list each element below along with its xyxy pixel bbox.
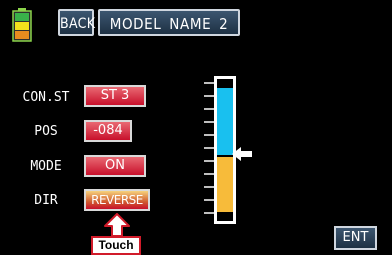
left-arrow-icon: [0, 118, 10, 138]
touch-annotation-label: Touch: [91, 236, 141, 255]
mode-value-button[interactable]: ON: [84, 155, 146, 177]
pointer-arrow-icon: [232, 147, 252, 161]
radio-screen: BACK MODEL NAME 2 CON.ST ST 3 POS -084 M…: [0, 0, 392, 255]
pos-value-button[interactable]: -084: [84, 120, 132, 142]
mode-label: MODE: [30, 159, 62, 174]
touch-arrow-icon: [104, 213, 130, 237]
battery-icon: [12, 8, 32, 42]
dir-value-button[interactable]: REVERSE: [84, 189, 150, 211]
dir-label: DIR: [34, 193, 58, 208]
ent-button[interactable]: ENT: [334, 226, 377, 250]
gauge-upper-fill: [217, 88, 233, 155]
back-button[interactable]: BACK: [58, 9, 95, 36]
gauge-ticks: [204, 82, 214, 214]
con-st-value-button[interactable]: ST 3: [84, 85, 146, 107]
pos-label: POS: [34, 124, 58, 139]
position-gauge: [196, 70, 236, 228]
model-name-title: MODEL NAME 2: [98, 9, 240, 36]
gauge-lower-fill: [217, 157, 233, 212]
con-st-label: CON.ST: [22, 90, 70, 105]
